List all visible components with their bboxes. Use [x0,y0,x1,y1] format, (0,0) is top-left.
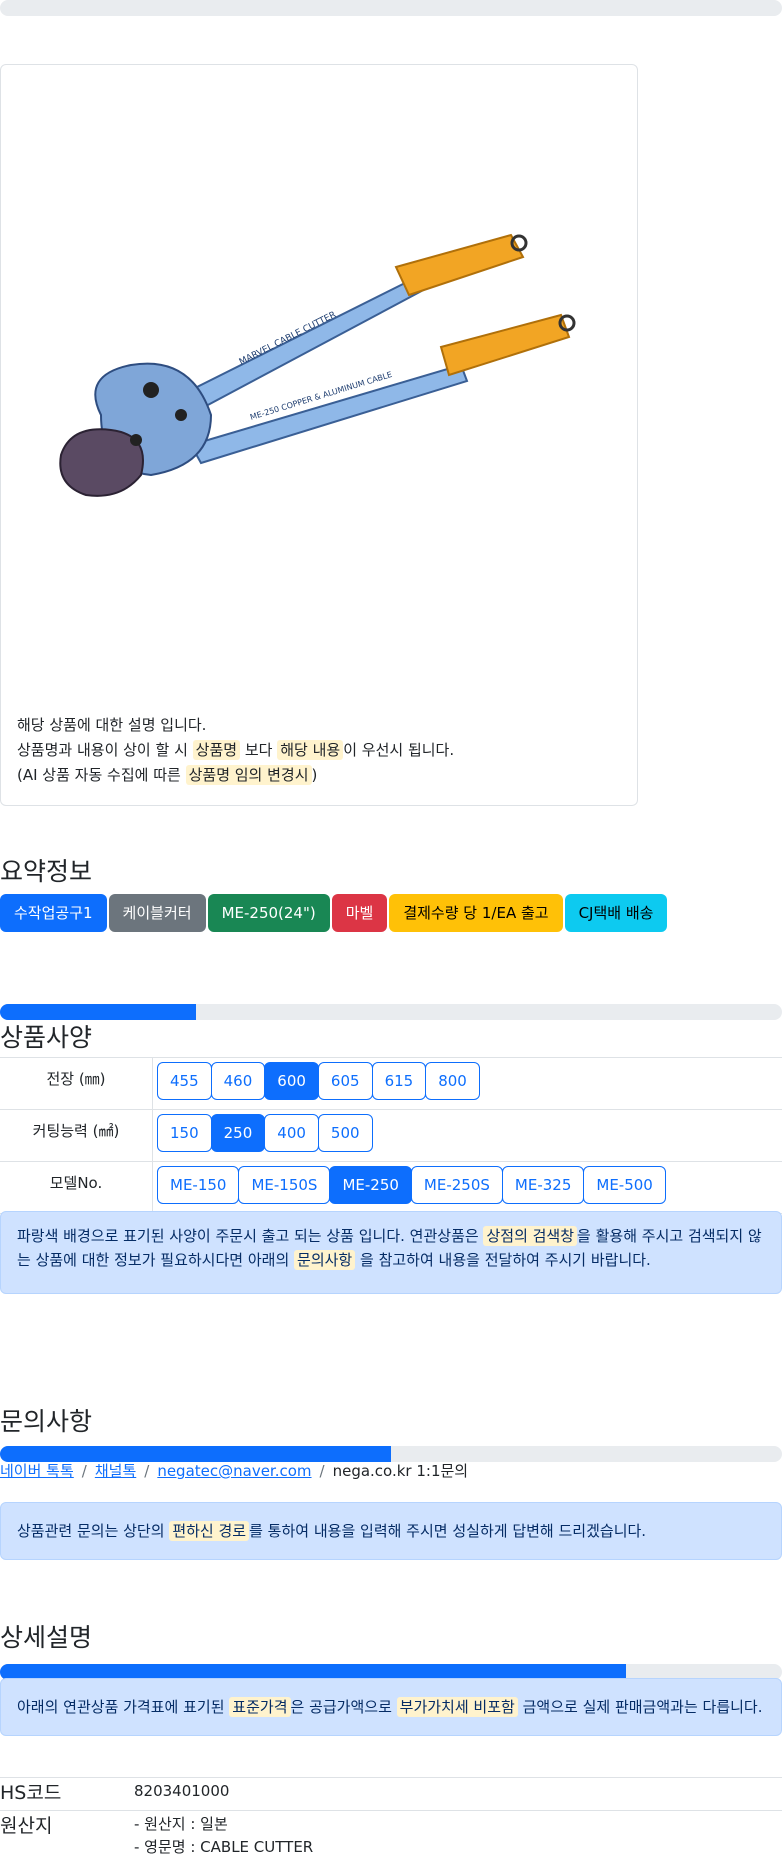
cable-cutter-image: MARVEL CABLE CUTTER ME-250 COPPER & ALUM… [41,215,601,545]
detail-notice: 아래의 연관상품 가격표에 표기된 표준가격은 공급가액으로 부가가치세 비포함… [0,1678,782,1736]
spec-option-button[interactable]: ME-250S [411,1166,503,1204]
desc-line-1: 해당 상품에 대한 설명 입니다. [17,713,454,738]
link-channel-talk[interactable]: 채널톡 [95,1462,136,1480]
hs-code-row: HS코드 8203401000 [0,1777,782,1810]
highlight-name-change: 상품명 임의 변경시 [186,765,312,785]
summary-badges: 수작업공구1 케이블커터 ME-250(24") 마벨 결제수량 당 1/EA … [0,894,669,932]
inquiry-heading: 문의사항 [0,1402,92,1438]
summary-heading: 요약정보 [0,852,92,888]
spec-option-button[interactable]: 600 [264,1062,319,1100]
origin-label: 원산지 [0,1811,52,1838]
spec-option-button[interactable]: ME-150 [157,1166,239,1204]
badge-brand: 마벨 [332,894,388,932]
badge-category: 수작업공구1 [0,894,107,932]
badge-quantity: 결제수량 당 1/EA 출고 [389,894,562,932]
spec-option-button[interactable]: 250 [211,1114,266,1152]
badge-type: 케이블커터 [109,894,206,932]
link-email[interactable]: negatec@naver.com [157,1462,311,1480]
badge-shipping: CJ택배 배송 [565,894,668,932]
highlight-standard-price: 표준가격 [229,1697,290,1717]
spec-option-button[interactable]: 150 [157,1114,212,1152]
spec-row-label: 전장 (㎜) [0,1058,153,1110]
spec-options: 150250400500 [153,1110,782,1162]
spec-option-button[interactable]: 460 [211,1062,266,1100]
link-naver-talk[interactable]: 네이버 톡톡 [0,1462,74,1480]
inquiry-links: 네이버 톡톡/채널톡/negatec@naver.com/nega.co.kr … [0,1460,468,1481]
spec-options: 455460600605615800 [153,1058,782,1110]
spec-heading: 상품사양 [0,1018,92,1054]
spec-option-button[interactable]: 455 [157,1062,212,1100]
highlight-vat: 부가가치세 비포함 [397,1697,518,1717]
site-inquiry-text: nega.co.kr 1:1문의 [333,1462,469,1480]
highlight-content: 해당 내용 [277,740,343,760]
spec-row-label: 모델No. [0,1162,153,1214]
spec-option-button[interactable]: ME-150S [238,1166,330,1204]
highlight-product-name: 상품명 [193,740,240,760]
spec-option-button[interactable]: ME-500 [583,1166,665,1204]
highlight-route: 편하신 경로 [169,1521,249,1541]
inquiry-notice: 상품관련 문의는 상단의 편하신 경로를 통하여 내용을 입력해 주시면 성실하… [0,1502,782,1560]
origin-values: - 원산지 : 일본 - 영문명 : CABLE CUTTER [134,1813,313,1859]
highlight-search: 상점의 검색창 [483,1226,577,1246]
spec-option-button[interactable]: 400 [264,1114,319,1152]
spec-option-button[interactable]: 800 [425,1062,480,1100]
spec-option-button[interactable]: ME-325 [502,1166,584,1204]
spec-notice: 파랑색 배경으로 표기된 사양이 주문시 출고 되는 상품 입니다. 연관상품은… [0,1211,782,1294]
desc-line-3: (AI 상품 자동 수집에 따른 상품명 임의 변경시) [17,763,454,788]
hs-code-value: 8203401000 [134,1780,229,1803]
spec-row: 커팅능력 (㎟)150250400500 [0,1110,782,1162]
spec-option-button[interactable]: ME-250 [329,1166,411,1204]
spec-option-button[interactable]: 605 [318,1062,373,1100]
spec-option-button[interactable]: 615 [372,1062,427,1100]
spec-table: 전장 (㎜)455460600605615800커팅능력 (㎟)15025040… [0,1057,782,1214]
desc-line-2: 상품명과 내용이 상이 할 시 상품명 보다 해당 내용이 우선시 됩니다. [17,738,454,763]
origin-row: 원산지 - 원산지 : 일본 - 영문명 : CABLE CUTTER [0,1810,782,1861]
origin-english-name: - 영문명 : CABLE CUTTER [134,1836,313,1859]
product-image-card: MARVEL CABLE CUTTER ME-250 COPPER & ALUM… [0,64,638,806]
top-progress-bar [0,0,782,16]
badge-model: ME-250(24") [208,894,330,932]
product-description: 해당 상품에 대한 설명 입니다. 상품명과 내용이 상이 할 시 상품명 보다… [17,713,454,788]
spec-row-label: 커팅능력 (㎟) [0,1110,153,1162]
spec-option-button[interactable]: 500 [318,1114,373,1152]
spec-options: ME-150ME-150SME-250ME-250SME-325ME-500 [153,1162,782,1214]
spec-progress-bar [0,1004,782,1020]
origin-country: - 원산지 : 일본 [134,1813,313,1836]
hs-code-label: HS코드 [0,1778,61,1805]
spec-row: 모델No.ME-150ME-150SME-250ME-250SME-325ME-… [0,1162,782,1214]
spec-row: 전장 (㎜)455460600605615800 [0,1058,782,1110]
highlight-inquiry: 문의사항 [294,1250,355,1270]
detail-heading: 상세설명 [0,1618,92,1654]
